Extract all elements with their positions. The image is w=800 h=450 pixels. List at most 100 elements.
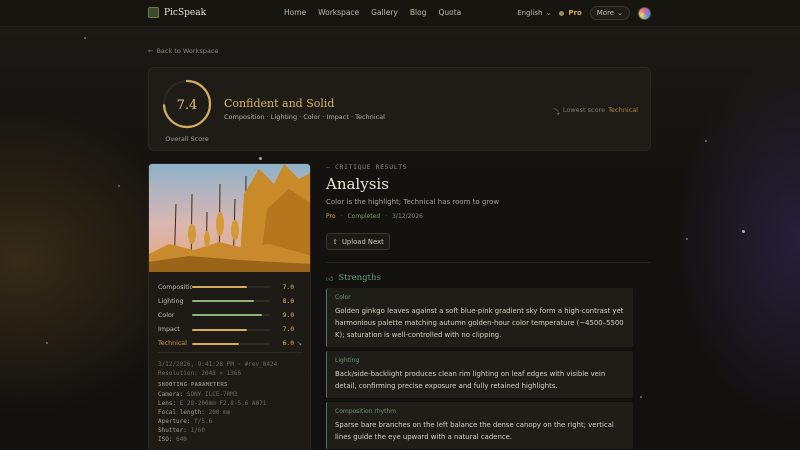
score-bar-fill (192, 286, 247, 289)
score-row-label: Color (158, 311, 175, 319)
param-row: Lens: E 28-200mm F2.8-5.6 A071 (158, 399, 308, 408)
strength-body: Back/side-backlight produces clean rim l… (335, 370, 606, 390)
status-date: 3/12/2026 (392, 213, 423, 220)
strength-card: Lighting Back/side-backlight produces cl… (326, 351, 633, 398)
param-row: Camera: SONY ILCE-7RM3 (158, 390, 308, 399)
param-row: Aperture: f/5.6 (158, 417, 308, 426)
score-bar-fill (192, 300, 255, 303)
analysis-subtitle: Color is the highlight; Technical has ro… (326, 198, 500, 206)
score-row-color: Color 9.0 (158, 308, 303, 322)
photo-metadata: 3/12/2026, 9:41:28 PM · #rev_8424 Resolu… (158, 360, 308, 444)
score-row-composition: Composition 7.0 (158, 280, 303, 294)
logo-icon (148, 7, 159, 18)
upload-next-button[interactable]: ⇪ Upload Next (326, 233, 390, 250)
score-row-technical: Technical 6.0 ↘ (158, 337, 303, 351)
trend-down-icon: ⤵ (553, 108, 560, 116)
param-value: 1/60 (190, 427, 205, 434)
nav-link-blog[interactable]: Blog (410, 8, 427, 17)
param-value: 640 (176, 436, 187, 443)
score-bar-track (192, 328, 270, 331)
strengths-heading-label: Strengths (338, 273, 381, 283)
separator-dot: · (385, 213, 388, 220)
star-dot (84, 37, 86, 39)
param-row: Focal length: 200 mm (158, 408, 308, 417)
score-row-label: Technical (158, 340, 187, 348)
more-button[interactable]: More ⌄ (589, 6, 630, 20)
top-nav: PicSpeak Home Workspace Gallery Blog Quo… (0, 0, 800, 27)
param-key: ISO: (158, 436, 173, 443)
strength-tag: Color (335, 294, 351, 301)
kicker-text: CRITIQUE RESULTS (335, 163, 408, 171)
back-link-label: Back to Workspace (156, 47, 219, 55)
separator-dot: · (340, 213, 343, 220)
status-row: Pro · Completed · 3/12/2026 (326, 213, 423, 220)
language-label: English (517, 9, 543, 17)
lowest-score-label: Lowest score (562, 106, 606, 114)
strength-body: Golden ginkgo leaves against a soft blue… (335, 307, 624, 339)
nav-link-workspace[interactable]: Workspace (318, 8, 359, 17)
param-value: 200 mm (208, 409, 231, 416)
param-key: Aperture: (158, 418, 191, 425)
brand-logo[interactable]: PicSpeak (148, 7, 206, 18)
plan-badge[interactable]: Pro (559, 9, 582, 17)
score-bar-fill (192, 328, 247, 331)
trend-down-icon: ↘ (297, 340, 303, 348)
back-to-workspace-link[interactable]: ← Back to Workspace (148, 47, 218, 55)
strength-card: Composition rhythm Sparse bare branches … (326, 402, 633, 449)
score-card: 7.4 Overall Score Confident and Solid Co… (148, 67, 651, 151)
more-label: More (596, 9, 615, 17)
language-selector[interactable]: English ⌄ (517, 9, 551, 17)
score-bar-fill (192, 314, 263, 317)
score-row-value: 8.0 (282, 297, 294, 305)
divider (326, 262, 651, 263)
arrow-left-icon: ← (148, 47, 154, 55)
score-row-lighting: Lighting 8.0 (158, 294, 303, 308)
param-row: ISO: 640 (158, 435, 308, 444)
score-row-value: 9.0 (282, 311, 294, 319)
strengths-heading: 👍︎ Strengths (326, 273, 381, 283)
star-dot (640, 396, 642, 398)
strength-body: Sparse bare branches on the left balance… (335, 421, 614, 441)
score-bar-fill (192, 342, 239, 345)
score-dimensions: Composition · Lighting · Color · Impact … (224, 113, 385, 121)
divider (158, 352, 303, 353)
star-dot (705, 140, 707, 142)
param-value: f/5.6 (194, 418, 213, 425)
strength-tag: Lighting (335, 357, 360, 364)
theme-toggle-icon[interactable] (559, 10, 565, 16)
param-key: Lens: (158, 400, 177, 407)
star-dot (259, 157, 262, 160)
param-value: E 28-200mm F2.8-5.6 A071 (179, 400, 267, 407)
category-scores: Composition 7.0 Lighting 8.0 Color 9.0 I… (158, 280, 303, 351)
score-verdict: Confident and Solid (224, 97, 335, 110)
nav-link-gallery[interactable]: Gallery (371, 8, 398, 17)
upload-icon: ⇪ (332, 237, 338, 246)
overall-score-label: Overall Score (165, 135, 209, 143)
score-row-value: 6.0 (282, 340, 294, 348)
chevron-down-icon: ⌄ (617, 9, 623, 17)
star-dot (742, 230, 745, 233)
param-key: Focal length: (158, 409, 205, 416)
strength-tag: Composition rhythm (335, 408, 397, 415)
status-plan: Pro (326, 213, 336, 220)
score-row-label: Lighting (158, 297, 184, 305)
status-badge: Completed (347, 213, 381, 220)
lowest-score: ⤵ Lowest score Technical (553, 106, 638, 116)
star-dot (46, 342, 48, 344)
section-kicker: — CRITIQUE RESULTS (326, 163, 408, 171)
score-row-value: 7.0 (282, 283, 294, 291)
nav-link-quota[interactable]: Quota (438, 8, 461, 17)
nav-link-home[interactable]: Home (284, 8, 306, 17)
avatar[interactable] (638, 6, 651, 20)
param-key: Shutter: (158, 427, 187, 434)
review-date-id: 3/12/2026, 9:41:28 PM · #rev_8424 (158, 361, 278, 368)
score-row-impact: Impact 7.0 (158, 323, 303, 337)
thumbs-up-icon: 👍︎ (326, 274, 334, 283)
param-row: Shutter: 1/60 (158, 426, 308, 435)
plan-label: Pro (568, 9, 582, 17)
nav-right: English ⌄ Pro More ⌄ (517, 6, 651, 20)
photo-thumbnail[interactable] (149, 164, 311, 272)
upload-next-label: Upload Next (341, 237, 384, 246)
score-bar-track (192, 342, 270, 345)
score-bar-track (192, 286, 270, 289)
